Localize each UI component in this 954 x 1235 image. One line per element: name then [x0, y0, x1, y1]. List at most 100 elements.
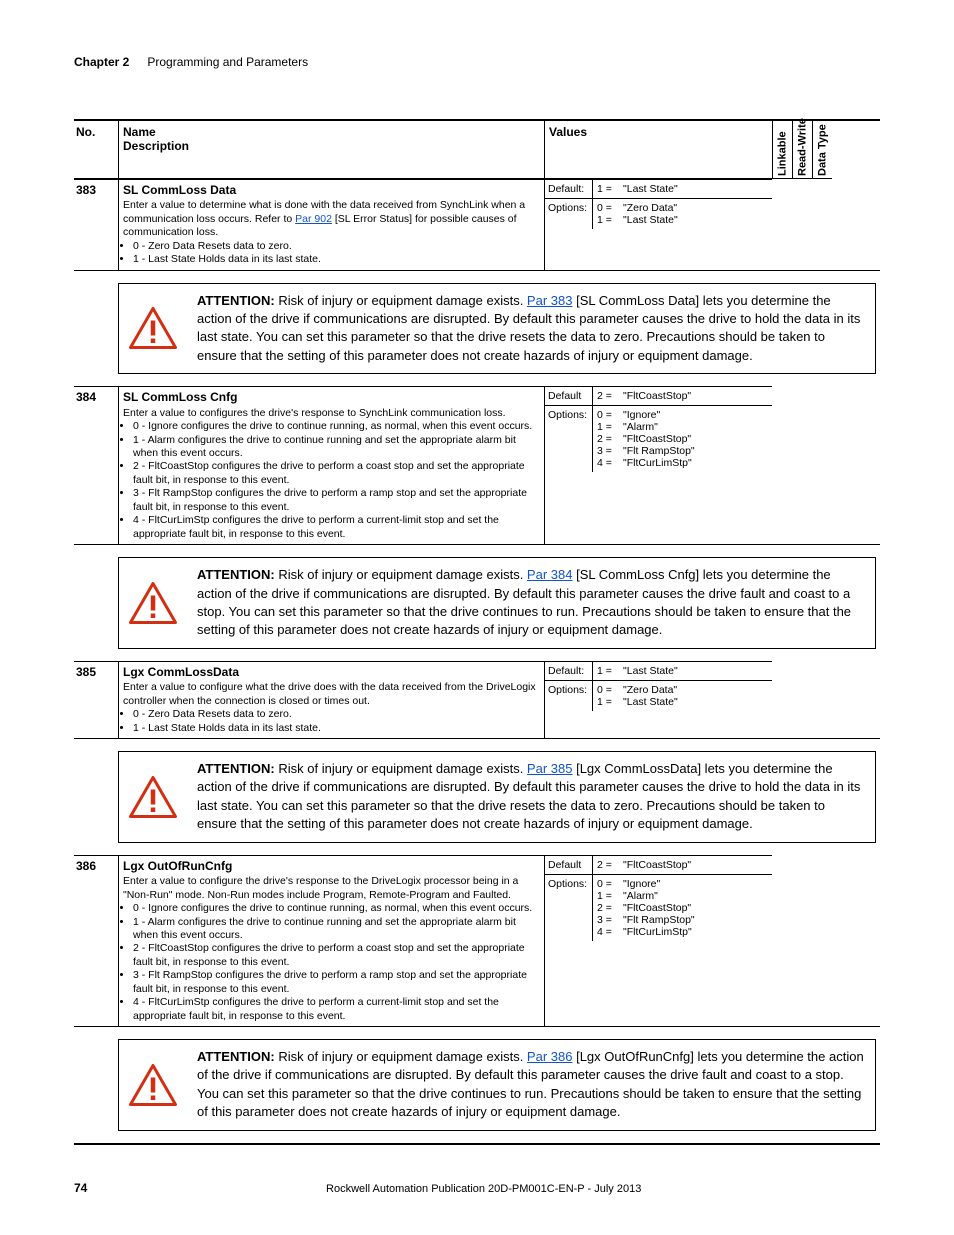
warning-icon: [129, 307, 177, 349]
attention-text: ATTENTION: Risk of injury or equipment d…: [197, 292, 865, 366]
param-link[interactable]: Par 385: [527, 761, 573, 776]
attention-box: ATTENTION: Risk of injury or equipment d…: [118, 283, 876, 375]
param-number: 386: [74, 855, 118, 1026]
param-description: Enter a value to configure what the driv…: [123, 681, 536, 706]
warning-icon: [129, 582, 177, 624]
list-item: 2 - FltCoastStop configures the drive to…: [133, 942, 540, 969]
param-bullets: 0 - Zero Data Resets data to zero.1 - La…: [123, 240, 540, 267]
page-footer: 74 Rockwell Automation Publication 20D-P…: [74, 1181, 880, 1195]
parameter-table: No. Name Description Values Linkable Rea…: [74, 119, 880, 1145]
param-name-cell: Lgx OutOfRunCnfg Enter a value to config…: [118, 855, 544, 1026]
param-bullets: 0 - Ignore configures the drive to conti…: [123, 420, 540, 541]
table-row: 386 Lgx OutOfRunCnfg Enter a value to co…: [74, 855, 880, 1026]
value-option: 2 ="FltCoastStop": [597, 902, 769, 914]
col-values: Values: [544, 121, 772, 179]
list-item: 0 - Zero Data Resets data to zero.: [133, 708, 540, 721]
default-value: 1 ="Last State": [593, 180, 772, 198]
attention-row: ATTENTION: Risk of injury or equipment d…: [74, 1026, 880, 1143]
value-option: 1 ="Last State": [597, 665, 769, 677]
value-option: 1 ="Alarm": [597, 421, 769, 433]
attention-text: ATTENTION: Risk of injury or equipment d…: [197, 760, 865, 834]
default-value: 1 ="Last State": [593, 662, 772, 680]
table-row: 384 SL CommLoss Cnfg Enter a value to co…: [74, 386, 880, 544]
value-option: 1 ="Last State": [597, 696, 769, 708]
param-link[interactable]: Par 386: [527, 1049, 573, 1064]
value-option: 0 ="Zero Data": [597, 684, 769, 696]
default-value: 2 ="FltCoastStop": [593, 387, 772, 405]
param-values-cell: Default 2 ="FltCoastStop" Options: 0 ="I…: [544, 386, 772, 544]
value-option: 0 ="Ignore": [597, 409, 769, 421]
col-no: No.: [74, 121, 118, 179]
param-values-cell: Default: 1 ="Last State" Options: 0 ="Ze…: [544, 661, 772, 738]
publication-info: Rockwell Automation Publication 20D-PM00…: [87, 1183, 880, 1195]
warning-icon: [129, 1064, 177, 1106]
list-item: 0 - Ignore configures the drive to conti…: [133, 420, 540, 433]
param-link[interactable]: Par 384: [527, 567, 573, 582]
default-value: 2 ="FltCoastStop": [593, 856, 772, 874]
table-row: 383 SL CommLoss Data Enter a value to de…: [74, 179, 880, 270]
col-readwrite: Read-Write: [792, 121, 812, 179]
param-name: SL CommLoss Data: [123, 183, 540, 198]
attention-label: ATTENTION:: [197, 567, 275, 582]
value-option: 2 ="FltCoastStop": [597, 390, 769, 402]
param-name: Lgx CommLossData: [123, 665, 540, 680]
value-option: 1 ="Last State": [597, 183, 769, 195]
attention-text: ATTENTION: Risk of injury or equipment d…: [197, 566, 865, 640]
param-name: SL CommLoss Cnfg: [123, 390, 540, 405]
value-option: 4 ="FltCurLimStp": [597, 926, 769, 938]
table-row: 385 Lgx CommLossData Enter a value to co…: [74, 661, 880, 738]
options-values: 0 ="Zero Data"1 ="Last State": [593, 680, 772, 711]
options-label: Options:: [545, 198, 593, 229]
param-name-cell: SL CommLoss Cnfg Enter a value to config…: [118, 386, 544, 544]
attention-box: ATTENTION: Risk of injury or equipment d…: [118, 751, 876, 843]
chapter-label: Chapter 2: [74, 55, 129, 69]
default-label: Default: [545, 387, 593, 405]
default-label: Default:: [545, 662, 593, 680]
list-item: 1 - Alarm configures the drive to contin…: [133, 916, 540, 943]
page-header: Chapter 2 Programming and Parameters: [74, 55, 880, 69]
attention-label: ATTENTION:: [197, 761, 275, 776]
page-number: 74: [74, 1181, 87, 1195]
list-item: 2 - FltCoastStop configures the drive to…: [133, 460, 540, 487]
param-values-cell: Default 2 ="FltCoastStop" Options: 0 ="I…: [544, 855, 772, 1026]
param-name-cell: SL CommLoss Data Enter a value to determ…: [118, 179, 544, 270]
col-name-line2: Description: [123, 139, 540, 153]
list-item: 1 - Last State Holds data in its last st…: [133, 253, 540, 266]
param-link[interactable]: Par 383: [527, 293, 573, 308]
value-option: 1 ="Alarm": [597, 890, 769, 902]
attention-label: ATTENTION:: [197, 293, 275, 308]
col-name: Name Description: [118, 121, 544, 179]
list-item: 4 - FltCurLimStp configures the drive to…: [133, 996, 540, 1023]
param-description: Enter a value to determine what is done …: [123, 199, 525, 238]
default-label: Default:: [545, 180, 593, 198]
value-option: 2 ="FltCoastStop": [597, 859, 769, 871]
attention-text: ATTENTION: Risk of injury or equipment d…: [197, 1048, 865, 1122]
attention-row: ATTENTION: Risk of injury or equipment d…: [74, 738, 880, 855]
param-bullets: 0 - Zero Data Resets data to zero.1 - La…: [123, 708, 540, 735]
param-link[interactable]: Par 902: [295, 213, 332, 225]
col-datatype: Data Type: [812, 121, 832, 179]
param-description: Enter a value to configures the drive's …: [123, 407, 506, 419]
param-values-cell: Default: 1 ="Last State" Options: 0 ="Ze…: [544, 179, 772, 270]
col-linkable: Linkable: [772, 121, 792, 179]
param-name: Lgx OutOfRunCnfg: [123, 859, 540, 874]
value-option: 2 ="FltCoastStop": [597, 433, 769, 445]
options-values: 0 ="Ignore"1 ="Alarm"2 ="FltCoastStop"3 …: [593, 405, 772, 472]
chapter-title: Programming and Parameters: [147, 55, 308, 69]
options-label: Options:: [545, 405, 593, 472]
list-item: 3 - Flt RampStop configures the drive to…: [133, 487, 540, 514]
warning-icon: [129, 776, 177, 818]
value-option: 1 ="Last State": [597, 214, 769, 226]
list-item: 3 - Flt RampStop configures the drive to…: [133, 969, 540, 996]
options-values: 0 ="Ignore"1 ="Alarm"2 ="FltCoastStop"3 …: [593, 874, 772, 941]
list-item: 4 - FltCurLimStp configures the drive to…: [133, 514, 540, 541]
param-number: 385: [74, 661, 118, 738]
param-number: 383: [74, 179, 118, 270]
attention-row: ATTENTION: Risk of injury or equipment d…: [74, 270, 880, 387]
param-description: Enter a value to configure the drive's r…: [123, 875, 518, 900]
attention-row: ATTENTION: Risk of injury or equipment d…: [74, 544, 880, 661]
value-option: 4 ="FltCurLimStp": [597, 457, 769, 469]
list-item: 0 - Zero Data Resets data to zero.: [133, 240, 540, 253]
attention-box: ATTENTION: Risk of injury or equipment d…: [118, 1039, 876, 1131]
options-label: Options:: [545, 680, 593, 711]
